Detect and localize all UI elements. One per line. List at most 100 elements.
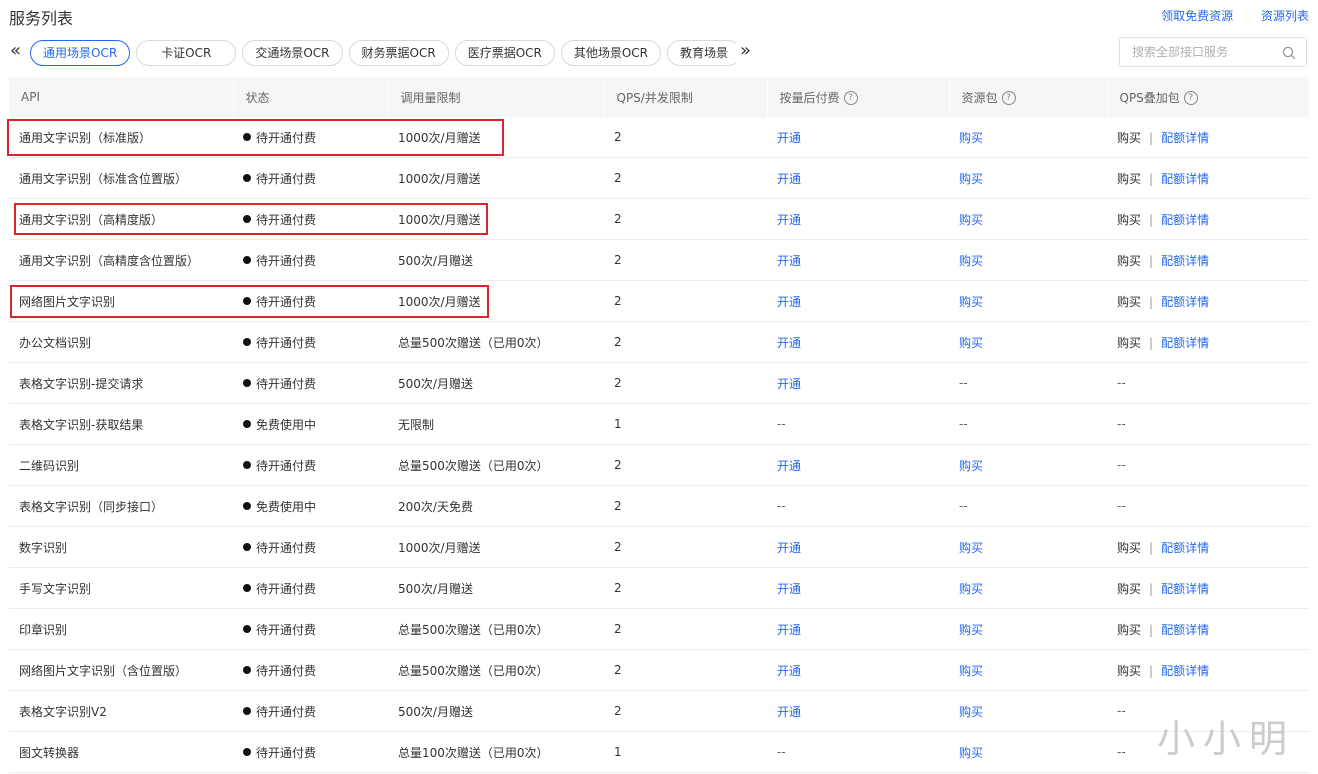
watermark: 小小明 — [1157, 717, 1296, 761]
activate-link[interactable]: 开通 — [777, 459, 801, 473]
buy-resource-pack-link[interactable]: 购买 — [959, 213, 983, 227]
activate-link[interactable]: 开通 — [777, 131, 801, 145]
status-dot-icon — [243, 338, 251, 346]
tab-general-ocr[interactable]: 通用场景OCR — [30, 40, 131, 66]
call-limit-cell: 500次/月赠送 — [388, 239, 604, 281]
quota-detail-link[interactable]: 配额详情 — [1161, 131, 1209, 145]
separator: | — [1149, 540, 1154, 555]
help-icon[interactable]: ? — [843, 91, 858, 105]
resource-list-link[interactable]: 资源列表 — [1261, 9, 1309, 23]
column-header-qps-limit: QPS/并发限制 — [604, 77, 768, 117]
activate-link[interactable]: 开通 — [777, 172, 801, 186]
tab-education-ocr[interactable]: 教育场景 — [667, 40, 736, 66]
buy-qps-pack-button[interactable]: 购买 — [1117, 623, 1141, 637]
activate-link[interactable]: 开通 — [777, 623, 801, 637]
scroll-right-icon[interactable]: » — [740, 42, 751, 60]
quota-detail-link[interactable]: 配额详情 — [1161, 336, 1209, 350]
buy-resource-pack-link[interactable]: 购买 — [959, 172, 983, 186]
activate-link[interactable]: 开通 — [777, 664, 801, 678]
postpaid-cell: 开通 — [767, 567, 949, 609]
qps-limit-cell: 2 — [604, 239, 767, 281]
postpaid-empty: -- — [777, 745, 786, 759]
buy-resource-pack-link[interactable]: 购买 — [959, 295, 983, 309]
buy-qps-pack-button[interactable]: 购买 — [1117, 172, 1141, 186]
status-cell: 免费使用中 — [233, 485, 388, 527]
qps-limit-cell: 2 — [604, 198, 767, 240]
quota-detail-link[interactable]: 配额详情 — [1161, 254, 1209, 268]
buy-qps-pack-button[interactable]: 购买 — [1117, 582, 1141, 596]
buy-qps-pack-button[interactable]: 购买 — [1117, 131, 1141, 145]
buy-qps-pack-button[interactable]: 购买 — [1117, 213, 1141, 227]
resource-pack-cell: 购买 — [949, 567, 1107, 609]
buy-resource-pack-link[interactable]: 购买 — [959, 459, 983, 473]
buy-resource-pack-link[interactable]: 购买 — [959, 705, 983, 719]
column-header-call-limit: 调用量限制 — [388, 77, 605, 117]
tab-medical-ocr[interactable]: 医疗票据OCR — [454, 40, 555, 66]
highlight-box — [7, 119, 504, 156]
resource-pack-cell: -- — [949, 403, 1107, 445]
buy-resource-pack-link[interactable]: 购买 — [959, 582, 983, 596]
qps-pack-cell: 购买 | 配额详情 — [1107, 321, 1309, 363]
status-text: 待开通付费 — [256, 745, 317, 760]
buy-resource-pack-link[interactable]: 购买 — [959, 541, 983, 555]
tab-card-ocr[interactable]: 卡证OCR — [136, 40, 237, 66]
buy-resource-pack-link[interactable]: 购买 — [959, 623, 983, 637]
buy-resource-pack-link[interactable]: 购买 — [959, 131, 983, 145]
postpaid-cell: 开通 — [767, 362, 949, 404]
status-cell: 待开通付费 — [233, 731, 388, 773]
quota-detail-link[interactable]: 配额详情 — [1161, 582, 1209, 596]
activate-link[interactable]: 开通 — [777, 377, 801, 391]
activate-link[interactable]: 开通 — [777, 254, 801, 268]
activate-link[interactable]: 开通 — [777, 295, 801, 309]
search-icon[interactable] — [1282, 46, 1296, 60]
highlight-box — [14, 203, 488, 235]
quota-detail-link[interactable]: 配额详情 — [1161, 541, 1209, 555]
help-icon[interactable]: ? — [1001, 91, 1016, 105]
activate-link[interactable]: 开通 — [777, 213, 801, 227]
separator: | — [1149, 130, 1154, 145]
qps-limit-cell: 2 — [604, 444, 767, 486]
claim-free-resources-link[interactable]: 领取免费资源 — [1161, 9, 1233, 23]
resource-pack-cell: 购买 — [949, 280, 1107, 322]
scroll-left-icon[interactable]: « — [10, 42, 21, 60]
activate-link[interactable]: 开通 — [777, 582, 801, 596]
quota-detail-link[interactable]: 配额详情 — [1161, 172, 1209, 186]
search-input[interactable] — [1130, 44, 1284, 60]
buy-qps-pack-button[interactable]: 购买 — [1117, 295, 1141, 309]
quota-detail-link[interactable]: 配额详情 — [1161, 623, 1209, 637]
category-tabs: 通用场景OCR 卡证OCR 交通场景OCR 财务票据OCR 医疗票据OCR 其他场景OCR… — [30, 40, 736, 68]
buy-qps-pack-button[interactable]: 购买 — [1117, 541, 1141, 555]
qps-pack-empty: -- — [1117, 499, 1126, 513]
buy-resource-pack-link[interactable]: 购买 — [959, 336, 983, 350]
buy-qps-pack-button[interactable]: 购买 — [1117, 336, 1141, 350]
separator: | — [1149, 622, 1154, 637]
activate-link[interactable]: 开通 — [777, 705, 801, 719]
quota-detail-link[interactable]: 配额详情 — [1161, 213, 1209, 227]
quota-detail-link[interactable]: 配额详情 — [1161, 664, 1209, 678]
service-table: API 状态 调用量限制 QPS/并发限制 按量后付费? 资源包? QPS叠加包… — [9, 77, 1310, 773]
qps-pack-cell: -- — [1107, 403, 1309, 445]
resource-pack-empty: -- — [959, 499, 968, 513]
buy-qps-pack-button[interactable]: 购买 — [1117, 664, 1141, 678]
table-row: 图文转换器 待开通付费 总量100次赠送（已用0次） 1 -- 购买 -- — [9, 731, 1309, 773]
help-icon[interactable]: ? — [1183, 91, 1198, 105]
status-dot-icon — [243, 666, 251, 674]
buy-resource-pack-link[interactable]: 购买 — [959, 746, 983, 760]
api-name-cell: 数字识别 — [9, 526, 233, 568]
column-header-qps-pack-label: QPS叠加包 — [1119, 90, 1180, 105]
buy-resource-pack-link[interactable]: 购买 — [959, 254, 983, 268]
separator: | — [1149, 581, 1154, 596]
tab-other-ocr[interactable]: 其他场景OCR — [560, 40, 662, 66]
call-limit-cell: 200次/天免费 — [388, 485, 604, 527]
call-limit-cell: 500次/月赠送 — [388, 567, 604, 609]
buy-resource-pack-link[interactable]: 购买 — [959, 664, 983, 678]
tab-finance-ocr[interactable]: 财务票据OCR — [348, 40, 449, 66]
resource-pack-cell: 购买 — [949, 157, 1107, 199]
tab-traffic-ocr[interactable]: 交通场景OCR — [242, 40, 343, 66]
quota-detail-link[interactable]: 配额详情 — [1161, 295, 1209, 309]
activate-link[interactable]: 开通 — [777, 541, 801, 555]
activate-link[interactable]: 开通 — [777, 336, 801, 350]
buy-qps-pack-button[interactable]: 购买 — [1117, 254, 1141, 268]
qps-pack-cell: 购买 | 配额详情 — [1107, 608, 1309, 650]
resource-pack-cell: 购买 — [949, 117, 1107, 158]
